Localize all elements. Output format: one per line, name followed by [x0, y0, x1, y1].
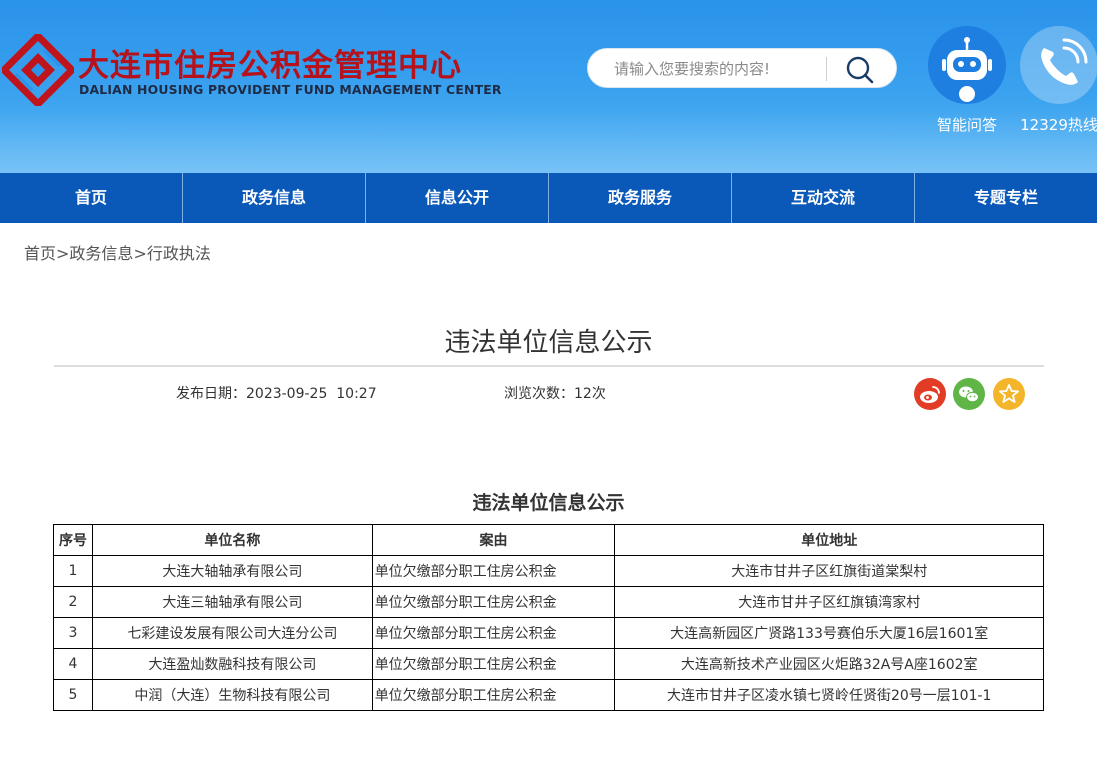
nav-item-government-service[interactable]: 政务服务 — [549, 173, 732, 223]
cell-company: 大连三轴轴承有限公司 — [91, 586, 373, 618]
table-title: 违法单位信息公示 — [472, 492, 625, 514]
view-count-value: 12次 — [574, 386, 606, 402]
cell-index: 4 — [53, 648, 93, 680]
column-header-index: 序号 — [53, 524, 93, 556]
robot-icon — [928, 26, 1006, 104]
table-row: 5 中润（大连）生物科技有限公司 单位欠缴部分职工住房公积金 大连市甘井子区凌水… — [53, 679, 1044, 711]
column-header-company: 单位名称 — [91, 524, 373, 556]
table-row: 2 大连三轴轴承有限公司 单位欠缴部分职工住房公积金 大连市甘井子区红旗镇湾家村 — [53, 586, 1044, 618]
view-count: 浏览次数：12次 — [504, 383, 606, 403]
breadcrumb-separator: > — [133, 244, 147, 263]
publish-date-label: 发布日期： — [176, 386, 246, 402]
site-title-en: DALIAN HOUSING PROVIDENT FUND MANAGEMENT… — [79, 82, 502, 97]
cell-address: 大连市甘井子区红旗镇湾家村 — [614, 586, 1044, 618]
quick-link-hotline[interactable]: 12329热线 — [1014, 26, 1097, 135]
nav-item-special-topics[interactable]: 专题专栏 — [915, 173, 1097, 223]
cell-address: 大连高新园区广贤路133号赛伯乐大厦16层1601室 — [614, 617, 1044, 649]
cell-reason: 单位欠缴部分职工住房公积金 — [371, 586, 616, 618]
quick-link-label: 12329热线 — [1020, 116, 1097, 134]
cell-address: 大连高新技术产业园区火炬路32A号A座1602室 — [614, 648, 1044, 680]
search-input[interactable] — [614, 57, 824, 81]
site-logo-icon[interactable] — [0, 31, 77, 109]
breadcrumb: 首页>政务信息>行政执法 — [24, 240, 211, 264]
table-header-row: 序号 单位名称 案由 单位地址 — [53, 524, 1044, 556]
violation-table: 序号 单位名称 案由 单位地址 1 大连大轴轴承有限公司 单位欠缴部分职工住房公… — [53, 524, 1044, 711]
site-header: 大连市住房公积金管理中心 DALIAN HOUSING PROVIDENT FU… — [0, 0, 1097, 173]
cell-company: 大连盈灿数融科技有限公司 — [91, 648, 373, 680]
table-row: 4 大连盈灿数融科技有限公司 单位欠缴部分职工住房公积金 大连高新技术产业园区火… — [53, 648, 1044, 680]
nav-item-info-disclosure[interactable]: 信息公开 — [366, 173, 549, 223]
weibo-icon[interactable] — [914, 378, 946, 410]
column-header-reason: 案由 — [371, 524, 616, 556]
cell-reason: 单位欠缴部分职工住房公积金 — [371, 648, 616, 680]
wechat-icon[interactable] — [953, 378, 985, 410]
search-button[interactable] — [832, 51, 888, 87]
cell-reason: 单位欠缴部分职工住房公积金 — [371, 617, 616, 649]
cell-index: 1 — [53, 555, 93, 587]
column-header-address: 单位地址 — [614, 524, 1044, 556]
publish-date: 发布日期：2023-09-25 10:27 — [176, 383, 377, 403]
quick-link-label: 智能问答 — [936, 116, 997, 134]
publish-date-value: 2023-09-25 10:27 — [246, 386, 377, 402]
cell-reason: 单位欠缴部分职工住房公积金 — [371, 679, 616, 711]
article-title: 违法单位信息公示 — [444, 328, 653, 358]
nav-item-government-info[interactable]: 政务信息 — [183, 173, 366, 223]
title-divider — [54, 365, 1044, 367]
main-nav: 首页 政务信息 信息公开 政务服务 互动交流 专题专栏 — [0, 173, 1097, 223]
cell-address: 大连市甘井子区凌水镇七贤岭任贤街20号一层101-1 — [614, 679, 1044, 711]
cell-company: 中润（大连）生物科技有限公司 — [91, 679, 373, 711]
view-count-label: 浏览次数： — [504, 386, 574, 402]
search-divider — [826, 57, 827, 81]
phone-icon — [1020, 26, 1097, 104]
cell-reason: 单位欠缴部分职工住房公积金 — [371, 555, 616, 587]
cell-company: 大连大轴轴承有限公司 — [91, 555, 373, 587]
nav-item-interaction[interactable]: 互动交流 — [732, 173, 915, 223]
table-row: 3 七彩建设发展有限公司大连分公司 单位欠缴部分职工住房公积金 大连高新园区广贤… — [53, 617, 1044, 649]
breadcrumb-government-info[interactable]: 政务信息 — [69, 244, 133, 263]
cell-index: 5 — [53, 679, 93, 711]
search-box — [587, 48, 897, 88]
table-row: 1 大连大轴轴承有限公司 单位欠缴部分职工住房公积金 大连市甘井子区红旗街道棠梨… — [53, 555, 1044, 587]
favorite-icon[interactable] — [993, 378, 1025, 410]
cell-index: 2 — [53, 586, 93, 618]
cell-index: 3 — [53, 617, 93, 649]
breadcrumb-separator: > — [56, 244, 70, 263]
breadcrumb-home[interactable]: 首页 — [24, 244, 56, 263]
cell-company: 七彩建设发展有限公司大连分公司 — [91, 617, 373, 649]
search-icon — [846, 56, 874, 84]
cell-address: 大连市甘井子区红旗街道棠梨村 — [614, 555, 1044, 587]
breadcrumb-admin-enforcement[interactable]: 行政执法 — [147, 244, 211, 263]
quick-link-ai-qa[interactable]: 智能问答 — [922, 26, 1012, 135]
site-title-cn: 大连市住房公积金管理中心 — [78, 48, 462, 84]
nav-item-home[interactable]: 首页 — [0, 173, 183, 223]
